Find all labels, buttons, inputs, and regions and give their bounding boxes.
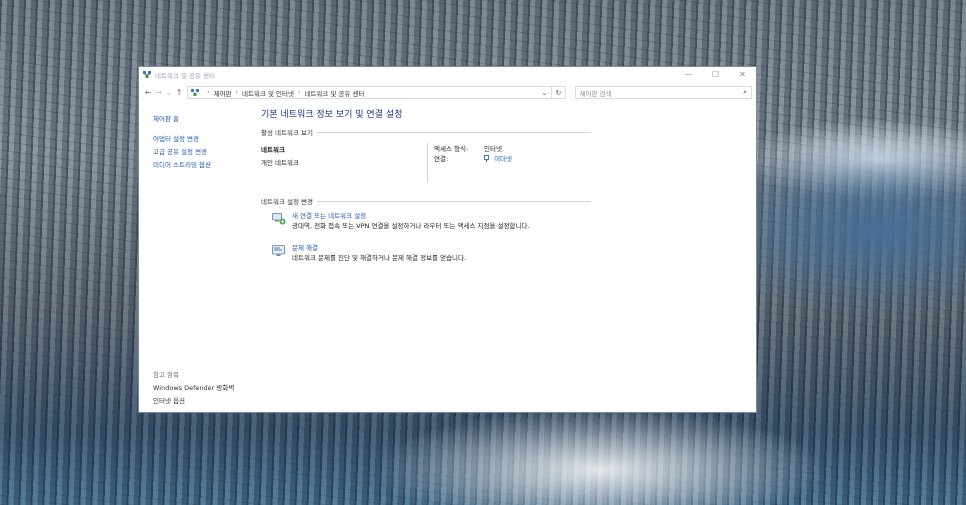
section-divider (316, 131, 591, 133)
new-connection-link[interactable]: 새 연결 또는 네트워크 설정 (292, 212, 529, 221)
main-content: 기본 네트워크 정보 보기 및 연결 설정 활성 네트워크 보기 네트워크 개인… (261, 107, 591, 264)
sidebar-link-media-streaming[interactable]: 미디어 스트리밍 옵션 (153, 159, 258, 172)
network-type: 개인 네트워크 (261, 159, 299, 167)
back-button[interactable]: ← (143, 88, 153, 97)
breadcrumb-control-panel[interactable]: 제어판 (214, 88, 232, 98)
sidebar-link-adapter-settings[interactable]: 어댑터 설정 변경 (153, 133, 258, 146)
search-input[interactable]: 제어판 검색 (580, 88, 612, 98)
access-type-row: 액세스 형식: 인터넷 (434, 144, 512, 154)
address-dropdown-button[interactable]: ⌄ (536, 89, 551, 97)
connection-label: 연결: (434, 155, 449, 163)
sidebar: 제어판 홈 어댑터 설정 변경 고급 공유 설정 변경 미디어 스트리밍 옵션 (153, 113, 258, 172)
network-setup-icon (272, 213, 286, 225)
task-new-connection: 새 연결 또는 네트워크 설정 광대역, 전화 접속 또는 VPN 연결을 설정… (261, 212, 591, 232)
task-new-connection-text: 새 연결 또는 네트워크 설정 광대역, 전화 접속 또는 VPN 연결을 설정… (292, 212, 529, 232)
search-box[interactable]: 제어판 검색 ⌕ (574, 86, 753, 99)
address-bar[interactable]: › 제어판 › 네트워크 및 인터넷 › 네트워크 및 공유 센터 ⌄ (187, 86, 553, 99)
window-controls: — ☐ ✕ (675, 67, 756, 82)
troubleshoot-link[interactable]: 문제 해결 (292, 244, 466, 253)
connection-row: 연결: 이더넷 (434, 154, 512, 164)
network-center-icon (143, 71, 151, 78)
breadcrumb-separator: › (207, 89, 210, 96)
connection-value[interactable]: 이더넷 (484, 154, 512, 164)
breadcrumb-network-sharing-center[interactable]: 네트워크 및 공유 센터 (304, 88, 364, 98)
recent-locations-dropdown[interactable]: ⌄ (164, 88, 174, 97)
section-divider (316, 200, 591, 202)
page-title: 기본 네트워크 정보 보기 및 연결 설정 (261, 110, 403, 120)
active-network-panel: 네트워크 개인 네트워크 액세스 형식: 인터넷 연결: 이더넷 (261, 143, 591, 184)
troubleshoot-icon (272, 245, 285, 256)
see-also-internet-options-link[interactable]: 인터넷 옵션 (153, 395, 273, 408)
title-bar[interactable]: 네트워크 및 공유 센터 — ☐ ✕ (139, 67, 756, 82)
forward-button[interactable]: → (153, 88, 163, 97)
task-troubleshoot: 문제 해결 네트워크 문제를 진단 및 해결하거나 문제 해결 정보를 얻습니다… (261, 244, 591, 264)
breadcrumb-separator[interactable]: › (298, 89, 300, 96)
see-also-heading: 참고 항목 (153, 371, 179, 379)
network-sharing-center-window: 네트워크 및 공유 센터 — ☐ ✕ ← → ⌄ ↑ › 제어판 › 네트워크 … (138, 66, 757, 413)
change-settings-heading: 네트워크 설정 변경 (261, 196, 591, 206)
breadcrumb-separator[interactable]: › (236, 89, 238, 96)
network-details: 액세스 형식: 인터넷 연결: 이더넷 (434, 144, 512, 164)
see-also-section: 참고 항목 Windows Defender 방화벽 인터넷 옵션 (153, 369, 273, 408)
active-networks-label: 활성 네트워크 보기 (261, 129, 313, 137)
network-center-icon (191, 89, 200, 96)
search-icon[interactable]: ⌕ (743, 88, 747, 97)
control-panel-home-link[interactable]: 제어판 홈 (153, 113, 258, 123)
network-divider (427, 143, 428, 183)
breadcrumb-network-internet[interactable]: 네트워크 및 인터넷 (242, 88, 294, 98)
up-button[interactable]: ↑ (174, 88, 184, 97)
ethernet-icon (484, 155, 489, 162)
network-name: 네트워크 (261, 146, 285, 154)
sidebar-link-advanced-sharing[interactable]: 고급 공유 설정 변경 (153, 146, 258, 159)
navigation-bar: ← → ⌄ ↑ › 제어판 › 네트워크 및 인터넷 › 네트워크 및 공유 센… (139, 84, 756, 101)
new-connection-description: 광대역, 전화 접속 또는 VPN 연결을 설정하거나 라우터 또는 액세스 지… (292, 222, 530, 230)
troubleshoot-description: 네트워크 문제를 진단 및 해결하거나 문제 해결 정보를 얻습니다. (292, 254, 467, 262)
see-also-firewall-link[interactable]: Windows Defender 방화벽 (153, 382, 273, 395)
change-settings-label: 네트워크 설정 변경 (261, 198, 313, 206)
access-type-value: 인터넷 (484, 145, 502, 153)
window-title: 네트워크 및 공유 센터 (155, 71, 216, 80)
close-button[interactable]: ✕ (729, 67, 756, 82)
active-networks-heading: 활성 네트워크 보기 (261, 127, 591, 137)
ethernet-link[interactable]: 이더넷 (494, 155, 512, 163)
minimize-button[interactable]: — (675, 67, 702, 82)
task-troubleshoot-text: 문제 해결 네트워크 문제를 진단 및 해결하거나 문제 해결 정보를 얻습니다… (292, 244, 466, 264)
refresh-button[interactable]: ↻ (552, 86, 566, 99)
maximize-button[interactable]: ☐ (702, 67, 729, 82)
access-type-label: 액세스 형식: (434, 145, 469, 153)
